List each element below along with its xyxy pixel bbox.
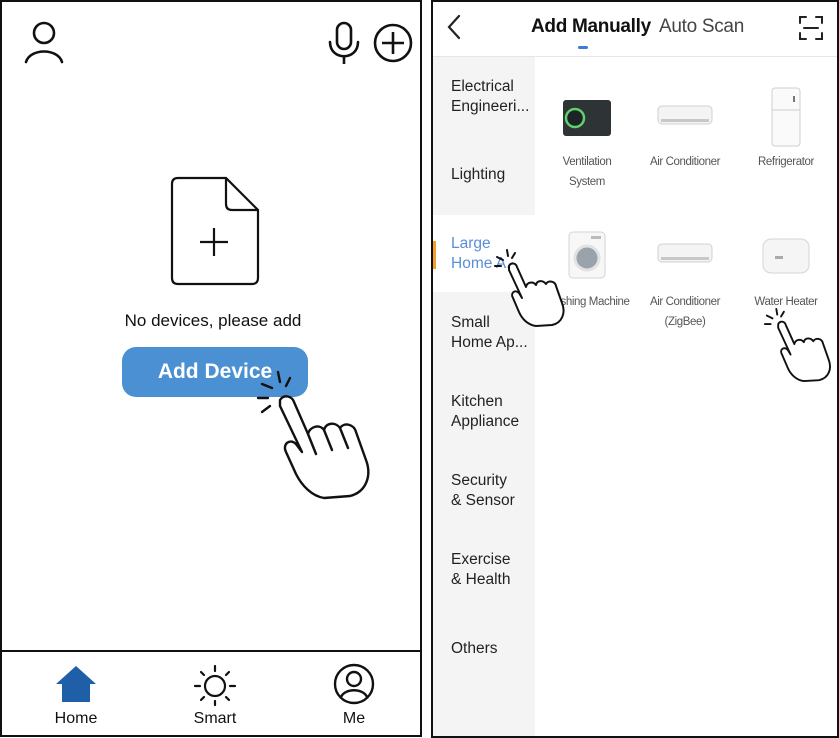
empty-state-message: No devices, please add (124, 311, 302, 330)
home-screen: No devices, please add Add Device Home S… (0, 0, 422, 737)
device-label: Ventilation System (562, 156, 612, 188)
user-icon[interactable] (24, 20, 64, 64)
refrigerator-image (771, 87, 801, 147)
category-kitchen-appliance[interactable]: Kitchen Appliance (451, 392, 537, 432)
device-label: Air Conditioner (649, 156, 721, 168)
nav-me-label: Me (342, 710, 366, 727)
top-bar (2, 2, 420, 82)
pointing-hand-icon (494, 249, 565, 327)
home-icon (56, 666, 96, 702)
pointing-hand-icon (256, 370, 370, 500)
ventilation-system-image (563, 100, 611, 136)
back-chevron-icon[interactable] (443, 12, 467, 42)
microphone-icon[interactable] (324, 20, 364, 66)
water-heater-image (762, 238, 810, 274)
device-label: Refrigerator (758, 156, 814, 168)
category-sidebar: Electrical Engineeri... Lighting Large H… (433, 57, 537, 736)
sun-icon (193, 664, 237, 706)
bottom-nav-divider (2, 650, 420, 653)
category-exercise-health[interactable]: Exercise & Health (451, 550, 537, 590)
air-conditioner-zigbee-image (657, 243, 713, 263)
tab-auto-scan[interactable]: Auto Scan (659, 16, 744, 38)
scan-icon[interactable] (798, 15, 824, 41)
tab-add-manually[interactable]: Add Manually (531, 16, 651, 38)
nav-smart-label: Smart (193, 710, 237, 727)
category-security-sensor[interactable]: Security & Sensor (451, 471, 537, 511)
air-conditioner-image (657, 105, 713, 125)
header: Add Manually Auto Scan (433, 2, 837, 57)
category-electrical-engineering[interactable]: Electrical Engineeri... (451, 77, 537, 117)
plus-circle-icon[interactable] (372, 22, 414, 64)
category-others[interactable]: Others (451, 639, 537, 659)
add-device-screen: Add Manually Auto Scan Electrical Engine… (431, 0, 839, 738)
add-document-icon (170, 176, 260, 286)
profile-icon (333, 663, 375, 705)
device-label: Air Conditioner (ZigBee) (649, 296, 721, 328)
washing-machine-image (568, 231, 606, 279)
pointing-hand-icon (763, 307, 831, 383)
tab-indicator (578, 46, 588, 49)
nav-home-label: Home (54, 710, 98, 727)
category-lighting[interactable]: Lighting (451, 165, 537, 185)
active-category-marker (433, 241, 436, 269)
